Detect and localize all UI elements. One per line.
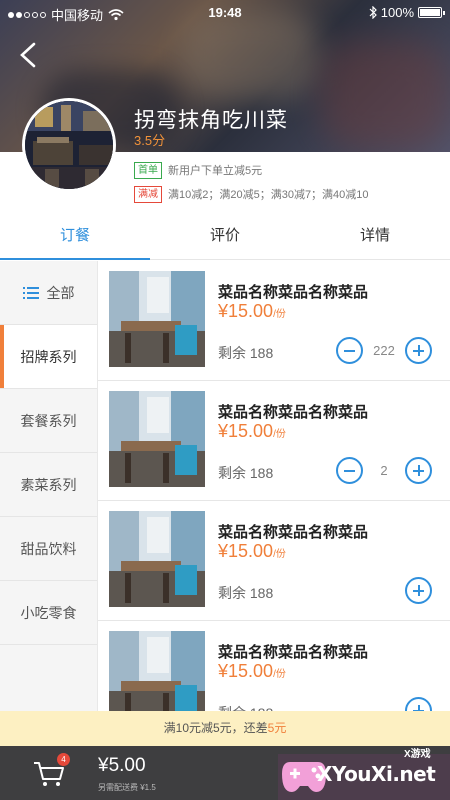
battery-icon [418, 7, 445, 18]
category-label: 全部 [46, 284, 75, 301]
dish-image [109, 631, 205, 711]
store-rating: 3.5分 [134, 133, 166, 148]
discount-progress-bar: 满10元减5元，还差5元 [0, 711, 450, 746]
plus-button[interactable] [405, 697, 432, 711]
category-sidebar: 全部 招牌系列 套餐系列 素菜系列 甜品饮料 小吃零食 [0, 261, 98, 711]
dish-name: 菜品名称菜品名称菜品 [218, 644, 369, 661]
price-value: ¥15.00 [218, 541, 274, 561]
first-order-tag: 首单 [134, 161, 162, 179]
tab-reviews[interactable]: 评价 [150, 216, 300, 259]
dish-stock: 剩余 188 [218, 465, 274, 481]
dish-stock: 剩余 188 [218, 703, 273, 711]
category-label: 甜品饮料 [20, 540, 77, 557]
quantity-stepper [405, 697, 432, 711]
price-value: ¥15.00 [218, 421, 274, 441]
category-desserts-drinks[interactable]: 甜品饮料 [0, 517, 97, 581]
price-value: ¥15.00 [218, 301, 274, 321]
discount-prefix: 满10元减5元，还差 [163, 721, 268, 735]
price-unit: /份 [273, 429, 286, 440]
dish-image [109, 271, 205, 367]
cart-count-badge: 4 [57, 753, 70, 766]
price-unit: /份 [273, 669, 286, 680]
store-avatar [22, 98, 116, 192]
discount-tag: 满减 [134, 185, 162, 203]
dish-list: 菜品名称菜品名称菜品 ¥15.00/份 剩余 188 222 菜品名称菜品名称菜… [98, 261, 450, 711]
dish-stock: 剩余 188 [218, 585, 274, 601]
dish-price: ¥15.00/份 [218, 541, 286, 562]
tab-details[interactable]: 详情 [300, 216, 450, 259]
category-all[interactable]: 全部 [0, 261, 97, 325]
watermark-text: XYouXi.net [317, 762, 436, 786]
category-label: 素菜系列 [20, 476, 77, 493]
dish-name: 菜品名称菜品名称菜品 [218, 404, 369, 421]
tab-order[interactable]: 订餐 [0, 216, 150, 260]
discount-remaining: 5元 [267, 721, 287, 735]
status-bar: 中国移动 19:48 100% [0, 0, 450, 26]
bluetooth-icon [369, 6, 377, 19]
back-arrow-icon[interactable] [14, 40, 44, 70]
list-item: 菜品名称菜品名称菜品 ¥15.00/份 剩余 188 2 [98, 381, 450, 501]
category-snacks[interactable]: 小吃零食 [0, 581, 97, 645]
discount-text: 满10减2；满20减5；满30减7；满40减10 [168, 189, 369, 201]
minus-button[interactable] [336, 457, 363, 484]
plus-button[interactable] [405, 457, 432, 484]
quantity-value: 2 [380, 463, 388, 478]
dish-image [109, 511, 205, 607]
dish-price: ¥15.00/份 [218, 421, 286, 442]
price-unit: /份 [273, 309, 286, 320]
price-value: ¥15.00 [218, 661, 274, 681]
list-item: 菜品名称菜品名称菜品 ¥15.00/份 剩余 188 222 [98, 261, 450, 381]
promo-discount: 满减 满10减2；满20减5；满30减7；满40减10 [134, 184, 369, 204]
dish-name: 菜品名称菜品名称菜品 [218, 524, 369, 541]
quantity-value: 222 [373, 343, 395, 358]
first-order-text: 新用户下单立减5元 [168, 165, 263, 177]
minus-button[interactable] [336, 337, 363, 364]
list-icon [22, 286, 39, 299]
quantity-stepper [405, 577, 432, 604]
plus-button[interactable] [405, 577, 432, 604]
list-item: 菜品名称菜品名称菜品 ¥15.00/份 剩余 188 [98, 501, 450, 621]
category-signature[interactable]: 招牌系列 [0, 325, 97, 389]
dish-price: ¥15.00/份 [218, 301, 286, 322]
quantity-stepper: 222 [336, 337, 432, 364]
promo-first-order: 首单 新用户下单立减5元 [134, 160, 262, 180]
dish-image [109, 391, 205, 487]
cart-total: ¥5.00 [98, 755, 146, 776]
list-item: 菜品名称菜品名称菜品 ¥15.00/份 剩余 188 [98, 621, 450, 711]
watermark-small-text: X游戏 [404, 749, 431, 760]
plus-button[interactable] [405, 337, 432, 364]
category-set-meals[interactable]: 套餐系列 [0, 389, 97, 453]
dish-price: ¥15.00/份 [218, 661, 286, 682]
category-vegetables[interactable]: 素菜系列 [0, 453, 97, 517]
quantity-stepper: 2 [336, 457, 432, 484]
price-unit: /份 [273, 549, 286, 560]
tab-bar: 订餐 评价 详情 [0, 216, 450, 260]
category-label: 招牌系列 [20, 348, 77, 365]
category-label: 套餐系列 [20, 412, 77, 429]
delivery-fee: 另需配送费 ¥1.5 [98, 783, 156, 792]
dish-stock: 剩余 188 [218, 345, 274, 361]
battery-label: 100% [380, 5, 414, 20]
dish-name: 菜品名称菜品名称菜品 [218, 284, 369, 301]
category-label: 小吃零食 [20, 604, 77, 621]
